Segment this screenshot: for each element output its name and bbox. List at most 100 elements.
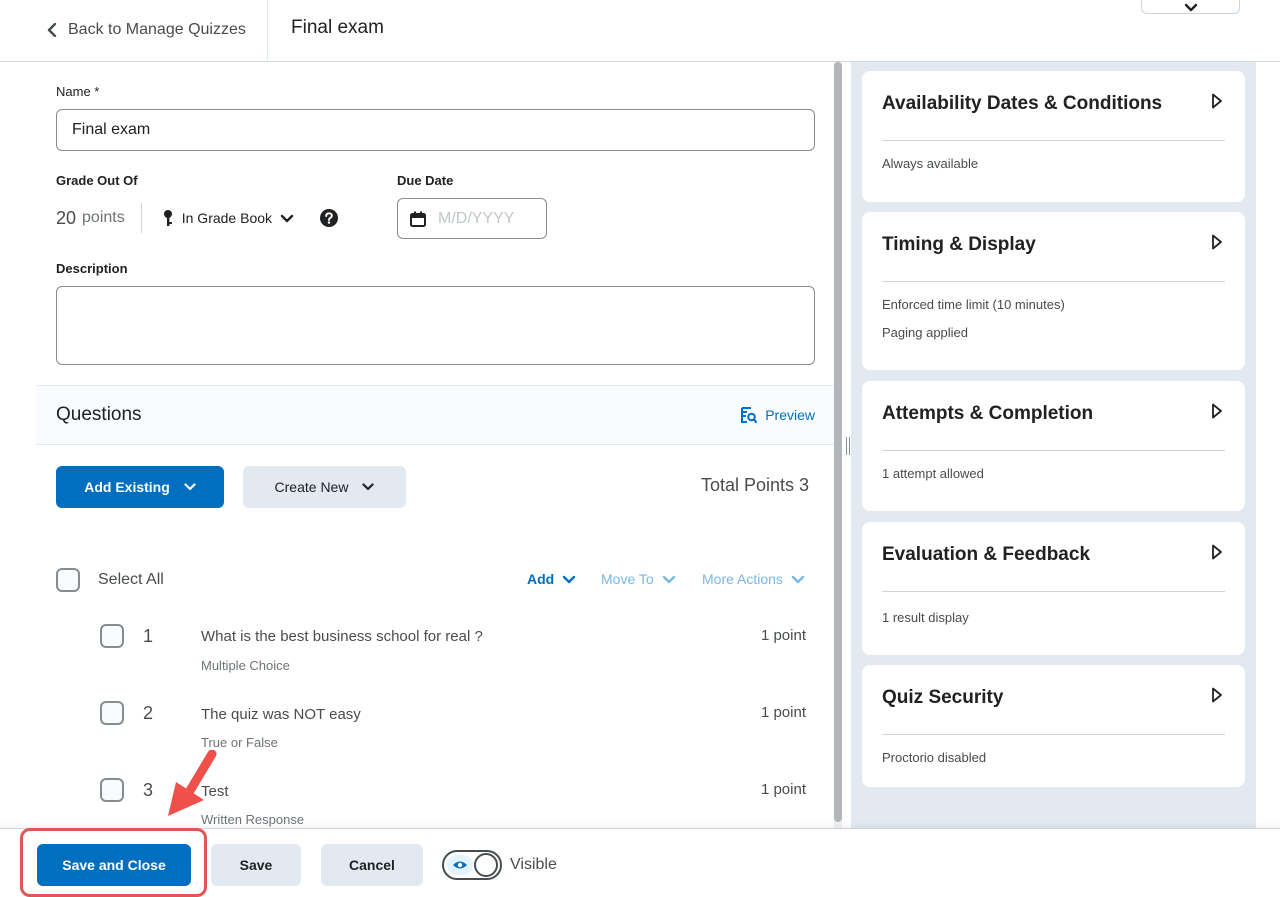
card-divider (882, 734, 1225, 735)
preview-link[interactable]: Preview (739, 406, 815, 424)
name-input[interactable]: Final exam (56, 109, 815, 151)
visibility-toggle-knob (474, 853, 498, 877)
cancel-button[interactable]: Cancel (321, 844, 423, 886)
preview-label: Preview (765, 407, 815, 423)
quiz-editor-main: Name * Final exam Grade Out Of 20 points… (0, 62, 842, 828)
availability-card[interactable]: Availability Dates & Conditions Always a… (862, 71, 1245, 202)
header-menu-dropdown[interactable] (1141, 0, 1240, 14)
attempts-summary: 1 attempt allowed (882, 466, 984, 481)
availability-card-title: Availability Dates & Conditions (882, 93, 1163, 114)
create-new-button[interactable]: Create New (243, 466, 406, 508)
questions-header-bar: Questions Preview (36, 385, 834, 445)
questions-title: Questions (56, 404, 142, 425)
visibility-toggle[interactable] (442, 850, 502, 880)
chevron-down-icon (184, 483, 196, 491)
save-button[interactable]: Save (211, 844, 301, 886)
chevron-down-icon (662, 575, 675, 583)
chevron-left-icon (47, 23, 57, 37)
question-2-number: 2 (143, 703, 154, 723)
visibility-track (447, 855, 473, 875)
card-divider (882, 140, 1225, 141)
select-all-checkbox[interactable] (56, 568, 80, 592)
expand-arrow-icon[interactable] (1211, 93, 1223, 109)
expand-arrow-icon[interactable] (1211, 544, 1223, 560)
question-2-checkbox[interactable] (100, 701, 124, 725)
calendar-icon (410, 211, 426, 227)
question-3-number: 3 (143, 780, 154, 800)
more-actions-label: More Actions (702, 571, 783, 587)
back-link-label: Back to Manage Quizzes (68, 21, 246, 38)
question-2-title[interactable]: The quiz was NOT easy (201, 706, 361, 723)
back-to-manage-quizzes-link[interactable]: Back to Manage Quizzes (46, 18, 246, 42)
visible-label: Visible (510, 856, 557, 873)
evaluation-card-title: Evaluation & Feedback (882, 544, 1091, 565)
total-points: Total Points 3 (701, 475, 810, 495)
question-3-points: 1 point (760, 781, 806, 798)
chevron-down-icon (1184, 3, 1197, 11)
description-textarea[interactable] (56, 286, 815, 365)
timing-summary-2: Paging applied (882, 325, 969, 340)
right-gutter (1256, 62, 1280, 828)
preview-icon (741, 407, 758, 424)
question-1-title[interactable]: What is the best business school for rea… (201, 628, 483, 645)
description-label: Description (56, 261, 128, 276)
name-input-value: Final exam (72, 121, 151, 138)
expand-arrow-icon[interactable] (1211, 687, 1223, 703)
grade-out-of-label: Grade Out Of (56, 173, 138, 188)
chevron-down-icon (362, 483, 375, 491)
add-action-dropdown[interactable]: Add (527, 571, 576, 587)
cancel-label: Cancel (349, 857, 395, 873)
question-3-type: Written Response (201, 812, 305, 827)
grade-divider (140, 203, 142, 233)
due-date-input[interactable]: M/D/YYYY (397, 198, 547, 239)
question-1-type: Multiple Choice (201, 658, 290, 673)
attempts-completion-card[interactable]: Attempts & Completion 1 attempt allowed (862, 381, 1245, 511)
page-title: Final exam (291, 17, 384, 38)
add-existing-button[interactable]: Add Existing (56, 466, 224, 508)
save-and-close-button[interactable]: Save and Close (37, 844, 191, 886)
security-summary: Proctorio disabled (882, 750, 987, 765)
save-and-close-label: Save and Close (62, 857, 166, 873)
card-divider (882, 281, 1225, 282)
grade-points-row: 20 points In Grade Book (56, 203, 339, 233)
question-3-title[interactable]: Test (201, 783, 229, 800)
chevron-down-icon (791, 575, 805, 583)
main-scrollbar-thumb[interactable] (834, 62, 842, 822)
create-new-label: Create New (274, 479, 349, 495)
question-1-number: 1 (143, 626, 154, 646)
question-2-points: 1 point (760, 704, 806, 721)
add-existing-label: Add Existing (84, 479, 170, 495)
expand-arrow-icon[interactable] (1211, 234, 1223, 250)
grade-book-dropdown[interactable]: In Grade Book (162, 209, 294, 227)
key-icon (163, 210, 172, 226)
evaluation-feedback-card[interactable]: Evaluation & Feedback 1 result display (862, 522, 1245, 655)
grade-book-label: In Grade Book (181, 210, 273, 226)
chevron-down-icon (563, 575, 576, 583)
save-label: Save (239, 857, 273, 873)
timing-display-card[interactable]: Timing & Display Enforced time limit (10… (862, 212, 1245, 370)
select-all-label: Select All (98, 571, 164, 588)
timing-card-title: Timing & Display (882, 234, 1036, 255)
question-3-checkbox[interactable] (100, 778, 124, 802)
more-actions-dropdown[interactable]: More Actions (702, 571, 805, 587)
add-action-label: Add (527, 571, 555, 587)
availability-summary: Always available (882, 156, 979, 171)
quiz-security-card[interactable]: Quiz Security Proctorio disabled (862, 665, 1245, 787)
chevron-down-icon (280, 214, 294, 222)
eye-icon (453, 861, 467, 869)
app-header: Back to Manage Quizzes Final exam (0, 0, 1280, 62)
quiz-settings-panel: Availability Dates & Conditions Always a… (851, 62, 1256, 828)
name-label: Name * (56, 84, 100, 99)
question-1-checkbox[interactable] (100, 624, 124, 648)
help-icon[interactable] (320, 209, 339, 227)
grade-points-value: 20 (56, 207, 77, 228)
due-date-placeholder: M/D/YYYY (438, 209, 515, 227)
move-to-action-label: Move To (601, 571, 654, 587)
question-2-type: True or False (201, 735, 278, 750)
move-to-action-dropdown[interactable]: Move To (601, 571, 676, 587)
expand-arrow-icon[interactable] (1211, 403, 1223, 419)
header-divider (267, 0, 268, 61)
grade-points-unit: points (82, 209, 125, 226)
timing-summary-1: Enforced time limit (10 minutes) (882, 297, 1065, 312)
card-divider (882, 591, 1225, 592)
